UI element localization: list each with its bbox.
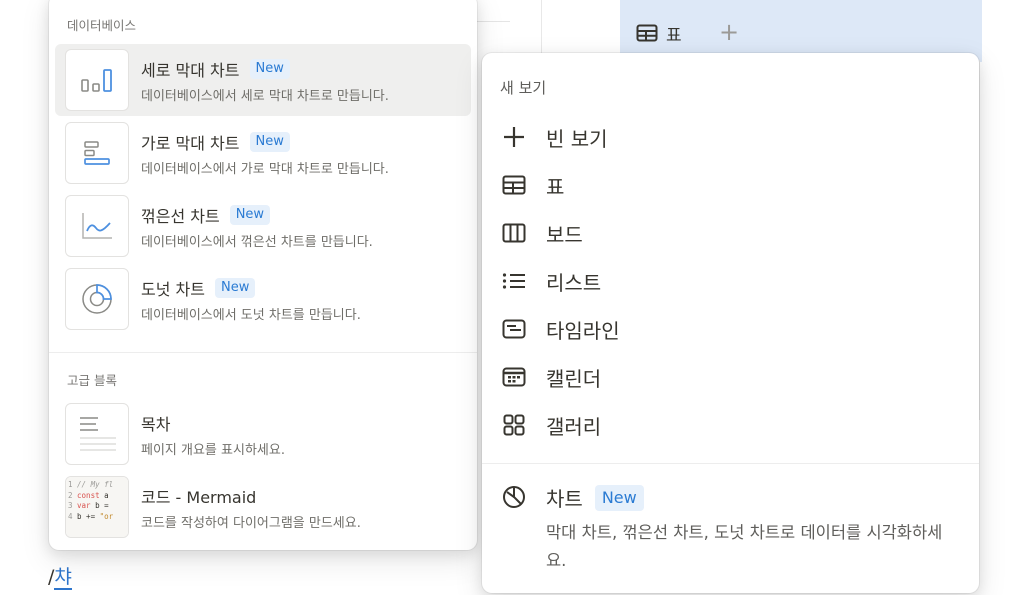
new-badge: New [249,59,290,79]
new-badge: New [249,132,290,152]
item-title-text: 세로 막대 차트 [141,61,240,80]
new-badge: New [229,205,271,225]
menu-item-horizontal-bar-chart[interactable]: 가로 막대 차트 New 데이터베이스에서 가로 막대 차트로 만듭니다. [55,117,471,189]
menu-item-title: 세로 막대 차트 New [141,57,290,81]
chart-item-title: 차트 New [546,483,644,512]
chart-icon [500,483,528,511]
new-view-menu: 새 보기 빈 보기 표 보드 리스트 타임라인 캘린더 갤러리 차트 New 막… [482,53,979,593]
background-column-divider [541,0,542,60]
view-item-label: 빈 보기 [546,126,608,151]
view-item-label: 표 [546,174,565,199]
add-view-button[interactable]: + [719,18,739,46]
code-comment: // My fl [77,480,114,489]
menu-item-description: 데이터베이스에서 가로 막대 차트로 만듭니다. [141,162,389,177]
menu-item-table-of-contents[interactable]: 목차 페이지 개요를 표시하세요. [55,398,471,470]
horizontal-bar-chart-icon [65,122,129,184]
code-text: a [99,490,109,500]
view-item-label: 보드 [546,222,583,247]
table-icon [636,24,658,42]
menu-item-title: 코드 - Mermaid [141,488,257,507]
menu-item-donut-chart[interactable]: 도넛 차트 New 데이터베이스에서 도넛 차트를 만듭니다. [55,263,471,335]
view-item-table[interactable]: 표 [482,162,979,208]
view-item-label: 타임라인 [546,318,620,343]
code-string: "or [99,511,114,521]
view-item-label: 갤러리 [546,414,602,439]
code-keyword: const [77,490,100,500]
menu-item-title: 목차 [141,415,171,434]
view-item-list[interactable]: 리스트 [482,258,979,304]
donut-chart-icon [65,268,129,330]
menu-item-title: 가로 막대 차트 New [141,130,290,154]
slash-command-input[interactable]: /챠 [48,562,72,590]
code-text: b = [90,501,109,510]
section-label-new-view: 새 보기 [500,79,547,97]
menu-item-title: 꺾은선 차트 New [141,203,271,227]
calendar-icon [500,363,528,391]
code-line-number: 3 [68,501,73,510]
new-badge: New [214,278,256,298]
database-tab-label: 표 [666,25,682,46]
block-insert-menu: 데이터베이스 세로 막대 차트 New 데이터베이스에서 세로 막대 차트로 만… [49,0,477,550]
plus-icon [500,123,528,151]
vertical-bar-chart-icon [65,49,129,111]
chart-item-description: 막대 차트, 꺾은선 차트, 도넛 차트로 데이터를 시각화하세요. [546,523,943,570]
line-chart-icon [65,195,129,257]
view-item-label: 캘린더 [546,366,602,391]
view-item-label: 리스트 [546,270,602,295]
menu-item-description: 데이터베이스에서 꺾은선 차트를 만듭니다. [141,235,373,250]
chart-item-label: 차트 [546,487,583,511]
menu-item-description: 코드를 작성하여 다이어그램을 만드세요. [141,516,361,531]
database-tab-table[interactable]: 표 [636,16,682,50]
new-badge: New [594,484,644,511]
menu-item-title: 도넛 차트 New [141,276,256,300]
view-item-calendar[interactable]: 캘린더 [482,354,979,400]
slash-query: 챠 [54,566,72,590]
menu-item-description: 데이터베이스에서 도넛 차트를 만듭니다. [141,308,361,323]
menu-divider [482,463,979,464]
code-text: b += [77,511,100,521]
board-icon [500,219,528,247]
section-label-database: 데이터베이스 [67,18,137,33]
code-line-number: 4 [68,511,73,521]
code-line-number: 2 [68,490,73,500]
timeline-icon [500,315,528,343]
item-title-text: 꺾은선 차트 [141,207,220,226]
gallery-icon [500,411,528,439]
view-item-chart[interactable]: 차트 New 막대 차트, 꺾은선 차트, 도넛 차트로 데이터를 시각화하세요… [482,473,979,583]
menu-item-vertical-bar-chart[interactable]: 세로 막대 차트 New 데이터베이스에서 세로 막대 차트로 만듭니다. [55,44,471,116]
table-icon [500,171,528,199]
code-keyword: var [77,501,91,510]
list-icon [500,267,528,295]
item-title-text: 가로 막대 차트 [141,134,240,153]
item-title-text: 도넛 차트 [141,280,205,299]
menu-item-line-chart[interactable]: 꺾은선 차트 New 데이터베이스에서 꺾은선 차트를 만듭니다. [55,190,471,262]
menu-item-code-mermaid[interactable]: 1 // My fl 2 const a 3 var b = 4 b += "o… [55,471,471,543]
view-item-empty[interactable]: 빈 보기 [482,114,979,160]
background-border [979,60,980,420]
view-item-gallery[interactable]: 갤러리 [482,402,979,448]
view-item-board[interactable]: 보드 [482,210,979,256]
code-preview-icon: 1 // My fl 2 const a 3 var b = 4 b += "o… [65,476,129,538]
section-label-advanced: 고급 블록 [67,373,117,388]
menu-item-description: 데이터베이스에서 세로 막대 차트로 만듭니다. [141,89,389,104]
table-of-contents-icon [65,403,129,465]
menu-divider [49,352,477,353]
code-line-number: 1 [68,480,73,489]
view-item-timeline[interactable]: 타임라인 [482,306,979,352]
menu-item-description: 페이지 개요를 표시하세요. [141,443,285,458]
